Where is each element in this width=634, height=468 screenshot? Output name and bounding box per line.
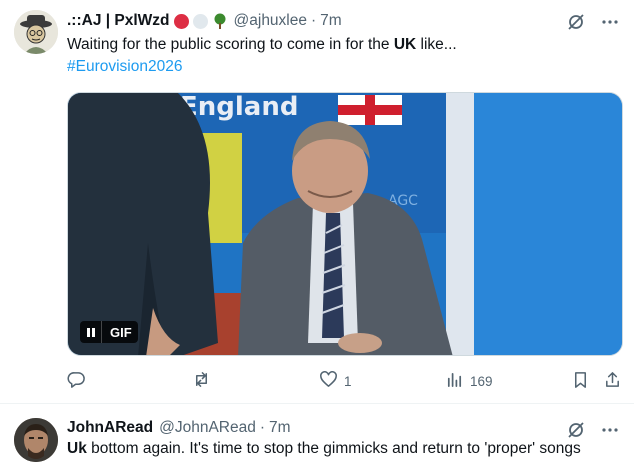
tweet-text: Uk bottom again. It's time to stop the g… xyxy=(67,438,581,460)
timestamp[interactable]: 7m xyxy=(320,12,342,30)
tweet-2[interactable]: JohnARead @JohnARead · 7m Uk bottom agai… xyxy=(0,405,634,468)
repost-icon xyxy=(192,370,211,392)
user-handle[interactable]: @JohnARead xyxy=(159,419,256,437)
more-icon[interactable] xyxy=(600,12,620,37)
bookmark-button[interactable] xyxy=(571,370,590,392)
timestamp[interactable]: 7m xyxy=(269,419,291,437)
separator: · xyxy=(259,419,266,436)
user-handle[interactable]: @ajhuxlee xyxy=(234,12,307,30)
header-icons xyxy=(566,12,620,37)
tweet-text-part: bottom again. It's time to stop the gimm… xyxy=(86,440,581,457)
avatar[interactable] xyxy=(14,10,58,54)
gif-frame: England AGC xyxy=(68,93,622,355)
share-icon xyxy=(603,370,622,392)
views-icon xyxy=(445,370,464,392)
views-count: 169 xyxy=(470,373,493,389)
gif-media[interactable]: England AGC GIF xyxy=(67,92,623,356)
display-name[interactable]: JohnARead xyxy=(67,419,153,437)
reply-button[interactable] xyxy=(67,370,92,392)
gif-label: GIF xyxy=(110,324,132,340)
like-count: 1 xyxy=(344,373,352,389)
tweet-header: .::AJ | PxlWzd @ajhuxlee · 7m xyxy=(67,12,342,30)
tweet-text-bold: UK xyxy=(393,36,417,53)
white-circle-icon xyxy=(192,13,208,29)
more-icon[interactable] xyxy=(600,420,620,445)
like-icon xyxy=(319,370,338,392)
pause-icon[interactable] xyxy=(80,321,102,343)
like-button[interactable]: 1 xyxy=(319,370,352,392)
tree-icon xyxy=(212,13,228,29)
display-name[interactable]: .::AJ | PxlWzd xyxy=(67,12,170,30)
gif-badge[interactable]: GIF xyxy=(80,321,138,343)
tweet-text-bold: Uk xyxy=(67,440,87,457)
tweet-1[interactable]: .::AJ | PxlWzd @ajhuxlee · 7m Waiting fo… xyxy=(0,0,634,404)
repost-button[interactable] xyxy=(192,370,217,392)
reply-icon xyxy=(67,370,86,392)
tweet-text: Waiting for the public scoring to come i… xyxy=(67,34,457,56)
red-circle-icon xyxy=(173,13,189,29)
share-button[interactable] xyxy=(603,370,622,392)
views-button[interactable]: 169 xyxy=(445,370,493,392)
avatar[interactable] xyxy=(14,418,58,462)
hashtag-link[interactable]: #Eurovision2026 xyxy=(67,56,182,78)
separator: · xyxy=(311,12,317,29)
banner-text: England xyxy=(180,93,298,122)
grok-icon[interactable] xyxy=(566,12,586,37)
bookmark-icon xyxy=(571,370,590,392)
tweet-text-part: Waiting for the public scoring to come i… xyxy=(67,36,394,53)
tweet-header: JohnARead @JohnARead · 7m xyxy=(67,419,291,437)
tweet-text-part: like... xyxy=(416,36,457,53)
tweet-actions: 1 169 xyxy=(67,370,623,392)
